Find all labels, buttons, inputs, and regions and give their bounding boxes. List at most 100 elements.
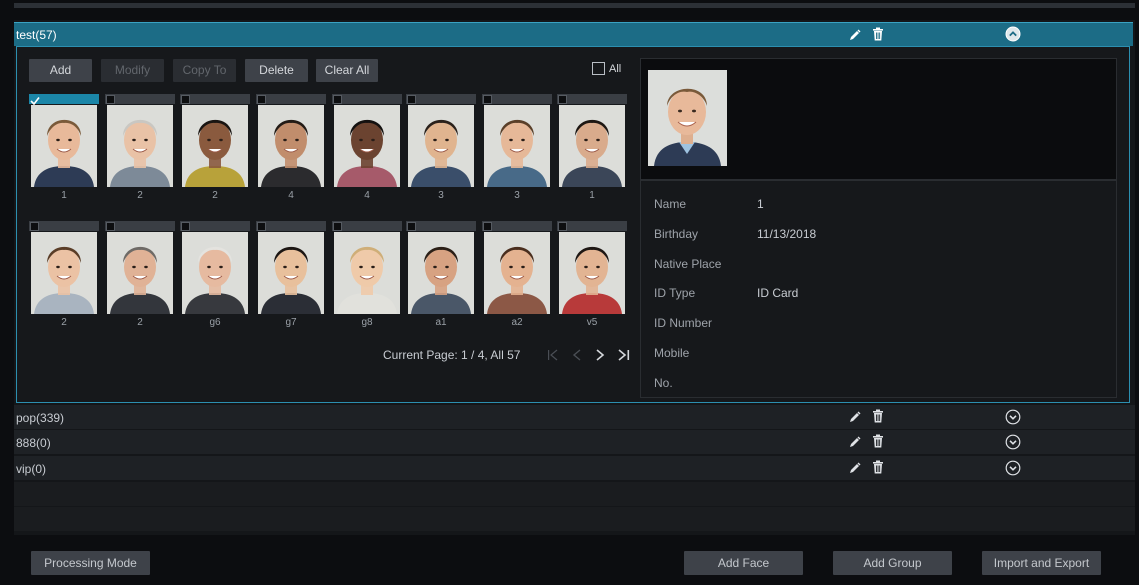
face-image	[182, 105, 248, 187]
face-thumbnail[interactable]: a2	[482, 221, 552, 331]
thumbnail-checkbox[interactable]	[106, 95, 115, 104]
modify-button[interactable]: Modify	[101, 59, 164, 82]
first-page-icon[interactable]	[546, 347, 560, 363]
trash-icon[interactable]	[871, 460, 885, 474]
face-image	[559, 232, 625, 314]
face-thumbnail[interactable]: 3	[406, 94, 476, 204]
field-value: 11/13/2018	[757, 227, 817, 241]
thumbnail-header	[256, 221, 326, 231]
face-image	[31, 105, 97, 187]
thumbnail-checkbox[interactable]	[257, 95, 266, 104]
add-button[interactable]: Add	[29, 59, 92, 82]
edit-icon[interactable]	[848, 28, 862, 42]
prev-page-icon[interactable]	[570, 347, 584, 363]
edit-icon[interactable]	[848, 461, 862, 475]
group-row-pop[interactable]: pop(339)	[14, 405, 1135, 429]
field-label: No.	[654, 376, 673, 390]
face-thumbnail[interactable]: v5	[557, 221, 627, 331]
face-label: 2	[137, 190, 143, 201]
edit-icon[interactable]	[848, 435, 862, 449]
face-thumbnail[interactable]: 1	[29, 94, 99, 204]
face-label: g7	[285, 317, 297, 328]
face-label: a2	[511, 317, 523, 328]
thumbnail-checkbox[interactable]	[558, 222, 567, 231]
edit-icon[interactable]	[848, 410, 862, 424]
thumbnail-checkbox[interactable]	[30, 222, 39, 231]
face-label: 1	[61, 190, 67, 201]
add-face-button[interactable]: Add Face	[684, 551, 803, 575]
face-label: 2	[212, 190, 218, 201]
face-thumbnail[interactable]: 2	[29, 221, 99, 331]
thumbnail-checkbox[interactable]	[333, 95, 342, 104]
face-thumbnail[interactable]: 2	[105, 94, 175, 204]
group-row-vip[interactable]: vip(0)	[14, 456, 1135, 480]
field-value: ID Card	[757, 286, 799, 300]
clear-all-button[interactable]: Clear All	[316, 59, 378, 82]
face-thumbnail[interactable]: 3	[482, 94, 552, 204]
next-page-icon[interactable]	[593, 347, 607, 363]
group-title: 888(0)	[16, 436, 51, 450]
field-label: Native Place	[654, 257, 722, 271]
group-header-test[interactable]: test(57)	[14, 22, 1133, 46]
last-page-icon[interactable]	[617, 347, 631, 363]
field-label: ID Type	[654, 286, 696, 300]
trash-icon[interactable]	[871, 27, 885, 41]
thumbnail-checkbox[interactable]	[558, 95, 567, 104]
thumbnail-checkbox[interactable]	[257, 222, 266, 231]
face-image	[334, 105, 400, 187]
face-image	[258, 105, 324, 187]
field-value: 1	[757, 197, 764, 211]
thumbnail-checkbox[interactable]	[333, 222, 342, 231]
group-row-888[interactable]: 888(0)	[14, 430, 1135, 454]
face-label: g6	[209, 317, 221, 328]
face-label: g8	[361, 317, 373, 328]
trash-icon[interactable]	[871, 434, 885, 448]
face-thumbnail[interactable]: g6	[180, 221, 250, 331]
face-label: 2	[137, 317, 143, 328]
thumbnail-checkbox[interactable]	[407, 222, 416, 231]
face-thumbnail[interactable]: g7	[256, 221, 326, 331]
face-image	[408, 105, 474, 187]
thumbnail-header	[180, 94, 250, 104]
top-bar	[14, 3, 1135, 8]
thumbnail-header	[332, 94, 402, 104]
thumbnail-checkbox[interactable]	[181, 95, 190, 104]
face-thumbnail[interactable]: 4	[256, 94, 326, 204]
face-thumbnail[interactable]: 2	[180, 94, 250, 204]
thumbnail-header	[105, 94, 175, 104]
thumbnail-checkbox[interactable]	[407, 95, 416, 104]
face-preview-image	[648, 70, 727, 166]
thumbnail-checkbox[interactable]	[483, 95, 492, 104]
thumbnail-checkbox[interactable]	[30, 95, 40, 106]
field-label: Birthday	[654, 227, 699, 241]
processing-mode-button[interactable]: Processing Mode	[31, 551, 150, 575]
face-thumbnail[interactable]: 1	[557, 94, 627, 204]
delete-button[interactable]: Delete	[245, 59, 308, 82]
face-thumbnail[interactable]: 2	[105, 221, 175, 331]
face-image	[107, 232, 173, 314]
face-thumbnail[interactable]: 4	[332, 94, 402, 204]
face-thumbnail[interactable]: a1	[406, 221, 476, 331]
import-export-button[interactable]: Import and Export	[982, 551, 1101, 575]
face-image	[107, 105, 173, 187]
group-title: vip(0)	[16, 462, 47, 476]
expand-icon[interactable]	[1005, 409, 1021, 425]
copy-to-button[interactable]: Copy To	[173, 59, 236, 82]
thumbnail-header	[332, 221, 402, 231]
expand-icon[interactable]	[1005, 434, 1021, 450]
thumbnail-checkbox[interactable]	[106, 222, 115, 231]
collapse-icon[interactable]	[1005, 26, 1021, 42]
thumbnail-checkbox[interactable]	[483, 222, 492, 231]
field-label: Name	[654, 197, 687, 211]
add-group-button[interactable]: Add Group	[833, 551, 952, 575]
thumbnail-checkbox[interactable]	[181, 222, 190, 231]
thumbnail-header	[406, 221, 476, 231]
face-label: 4	[364, 190, 370, 201]
group-title: pop(339)	[16, 411, 65, 425]
expand-icon[interactable]	[1005, 460, 1021, 476]
face-label: 4	[288, 190, 294, 201]
thumbnail-header	[256, 94, 326, 104]
face-thumbnail[interactable]: g8	[332, 221, 402, 331]
trash-icon[interactable]	[871, 409, 885, 423]
select-all-checkbox[interactable]	[592, 62, 605, 75]
